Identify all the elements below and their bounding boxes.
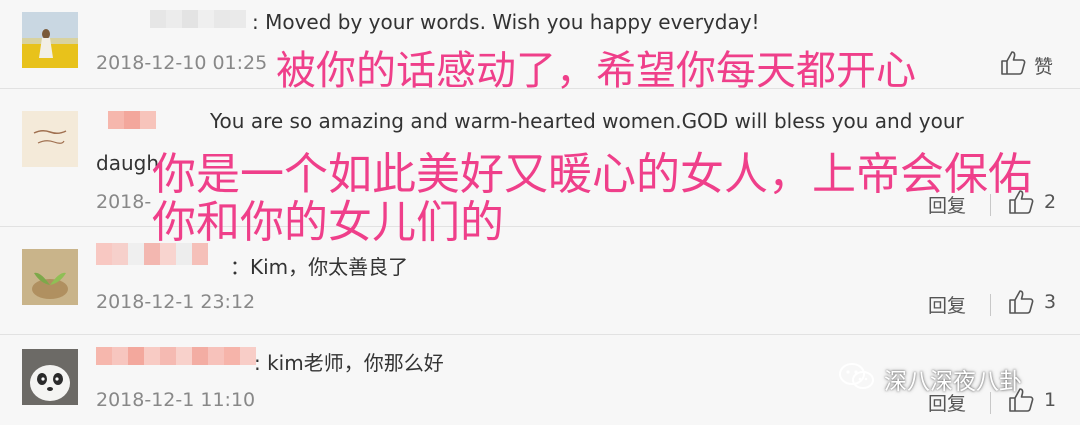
comment-text-line2: daugh [96, 151, 159, 175]
timestamp: 2018-12-10 01:25 [96, 52, 268, 74]
avatar[interactable] [22, 249, 78, 305]
wechat-logo-icon [839, 363, 874, 389]
divider [990, 294, 991, 316]
like-count: 2 [1044, 191, 1057, 213]
translation-caption: 被你的话感动了，希望你每天都开心 [276, 48, 916, 94]
like-count: 1 [1044, 389, 1057, 411]
avatar[interactable] [22, 12, 78, 68]
comment-text: : Moved by your words. Wish you happy ev… [252, 10, 760, 34]
thumbs-up-icon[interactable] [1000, 50, 1026, 76]
comment-text: : kim老师，你那么好 [254, 351, 444, 375]
timestamp: 2018-12-1 23:12 [96, 291, 256, 313]
comment-text-line1: You are so amazing and warm-hearted wome… [210, 109, 964, 133]
avatar[interactable] [22, 349, 78, 405]
reply-button[interactable]: 回复 [928, 291, 966, 318]
avatar[interactable] [22, 111, 78, 167]
thumbs-up-icon[interactable] [1008, 289, 1034, 315]
username-censored[interactable] [108, 111, 156, 129]
timestamp: 2018- [96, 191, 152, 213]
comment-text: ：Kim，你太善良了 [230, 255, 409, 279]
like-count: 3 [1044, 291, 1057, 313]
translation-caption-line2: 你和你的女儿们的 [152, 197, 504, 248]
username-censored[interactable] [96, 347, 256, 365]
watermark: 深八深夜八卦 [884, 369, 1022, 395]
timestamp: 2018-12-1 11:10 [96, 389, 256, 411]
like-label[interactable]: 赞 [1034, 52, 1053, 79]
username-censored[interactable] [150, 10, 246, 28]
